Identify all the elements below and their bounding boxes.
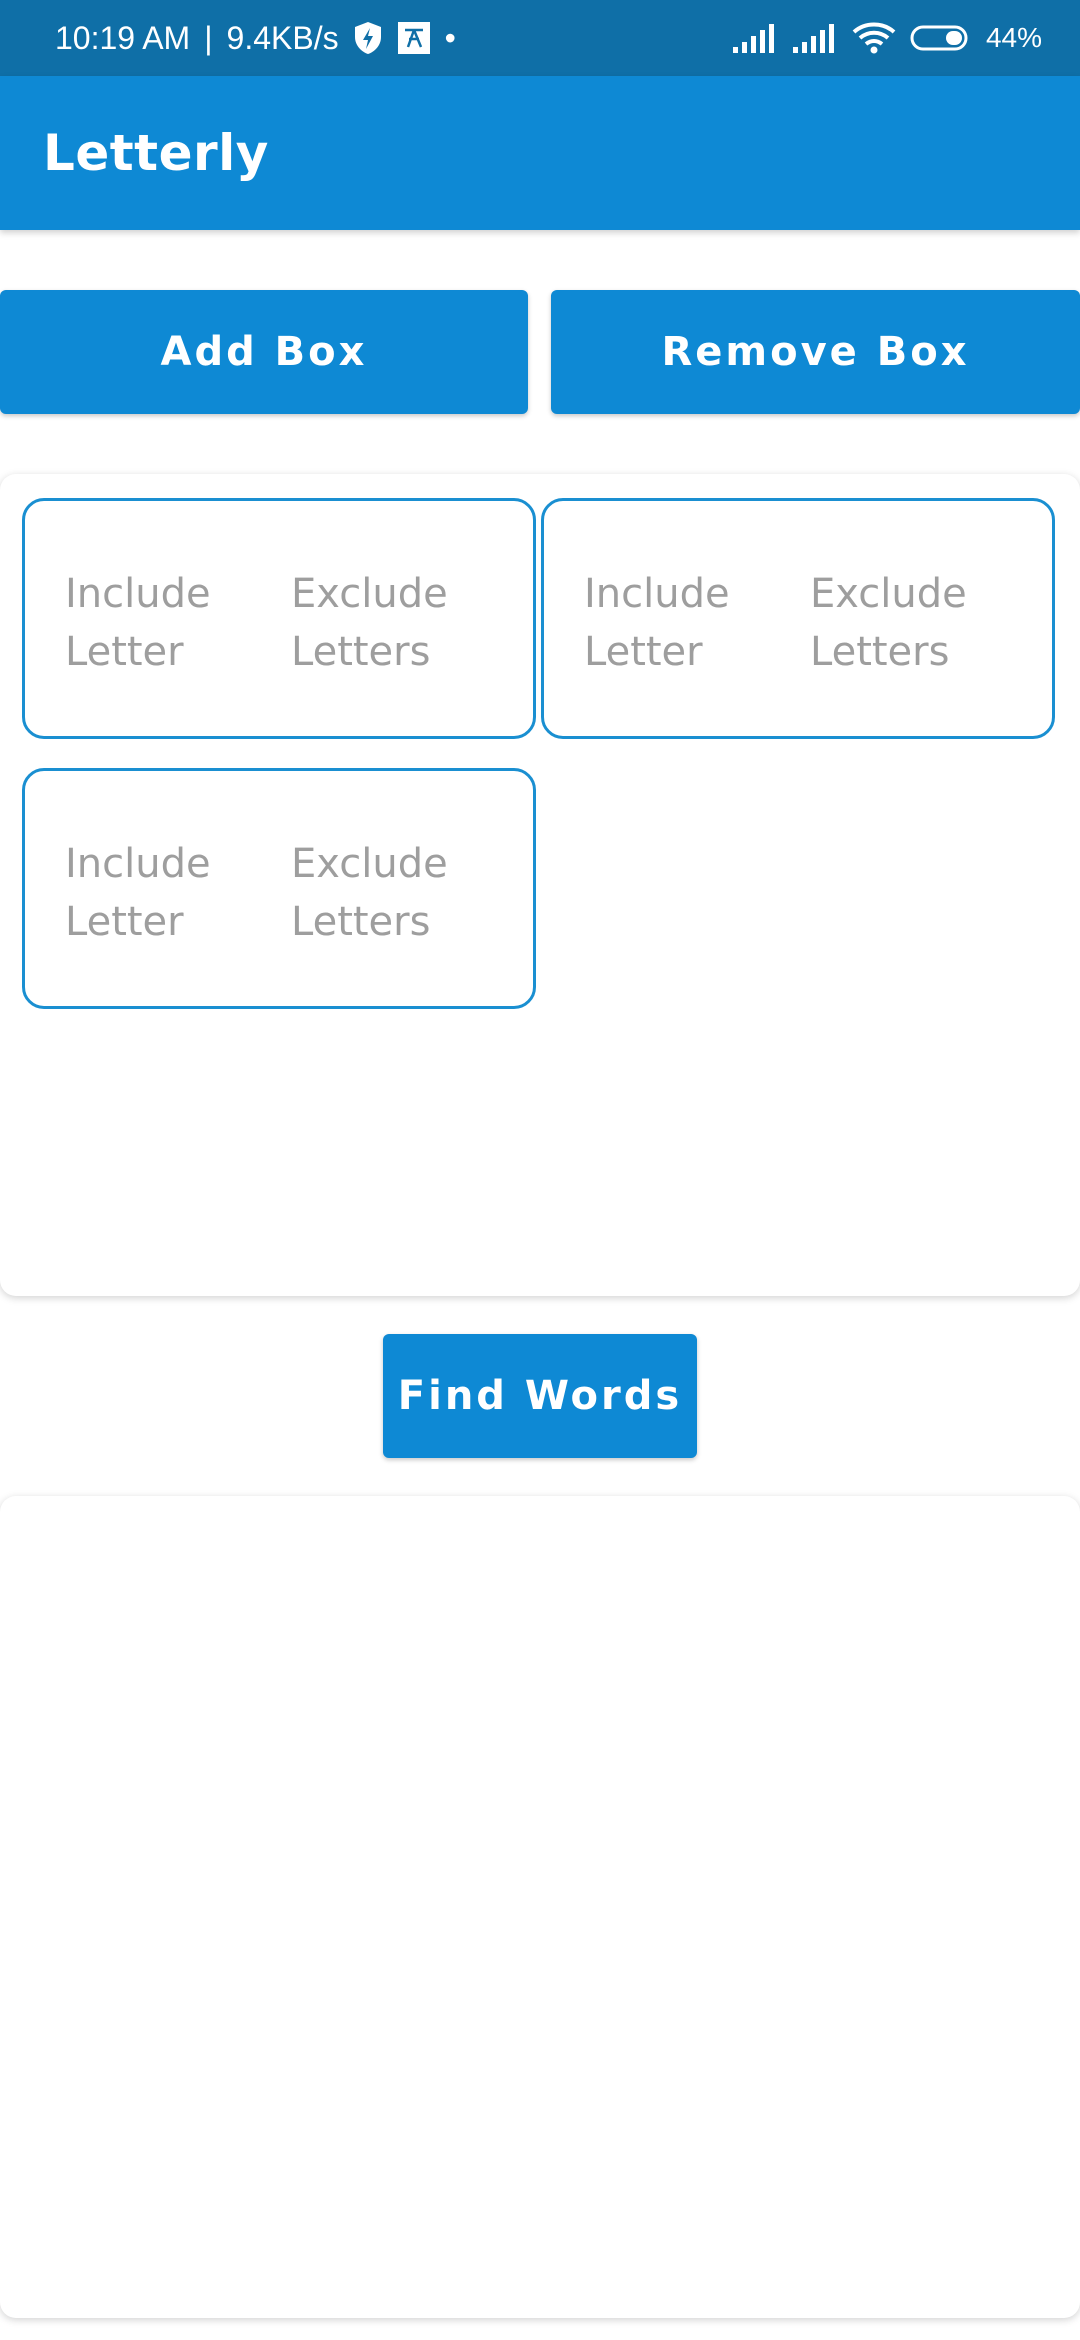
app-title: Letterly (43, 124, 269, 182)
letter-box: Include Letter Exclude Letters (541, 498, 1055, 739)
letter-boxes-card: Include Letter Exclude Letters Include L… (0, 474, 1080, 1296)
find-words-button[interactable]: Find Words (383, 1334, 697, 1458)
exclude-letters-input[interactable]: Exclude Letters (291, 835, 491, 951)
exclude-letters-input[interactable]: Exclude Letters (291, 565, 491, 681)
include-letter-input[interactable]: Include Letter (65, 835, 265, 951)
status-battery-percent: 44% (985, 22, 1042, 53)
remove-box-button[interactable]: Remove Box (551, 290, 1080, 414)
shield-bolt-icon (353, 21, 383, 55)
status-speed: 9.4KB/s (226, 19, 339, 56)
app-bar: Letterly (0, 76, 1080, 230)
wifi-icon (852, 21, 896, 55)
include-letter-input[interactable]: Include Letter (584, 565, 784, 681)
signal-icon (732, 23, 778, 53)
battery-icon (910, 24, 972, 52)
app-notification-icon (397, 21, 431, 55)
results-card (0, 1496, 1080, 2318)
include-letter-input[interactable]: Include Letter (65, 565, 265, 681)
exclude-letters-input[interactable]: Exclude Letters (810, 565, 1010, 681)
status-left: 10:19 AM | 9.4KB/s • (55, 0, 456, 76)
signal-icon (792, 23, 838, 53)
add-box-button[interactable]: Add Box (0, 290, 528, 414)
letter-box: Include Letter Exclude Letters (22, 768, 536, 1009)
status-separator: | (204, 19, 213, 56)
status-bar: 10:19 AM | 9.4KB/s • 44% (0, 0, 1080, 76)
status-right: 44% (732, 0, 1042, 76)
screen: 10:19 AM | 9.4KB/s • 44% Letterly Add Bo… (0, 0, 1080, 2340)
status-time: 10:19 AM (55, 19, 191, 56)
letter-box: Include Letter Exclude Letters (22, 498, 536, 739)
status-dot: • (444, 19, 456, 56)
